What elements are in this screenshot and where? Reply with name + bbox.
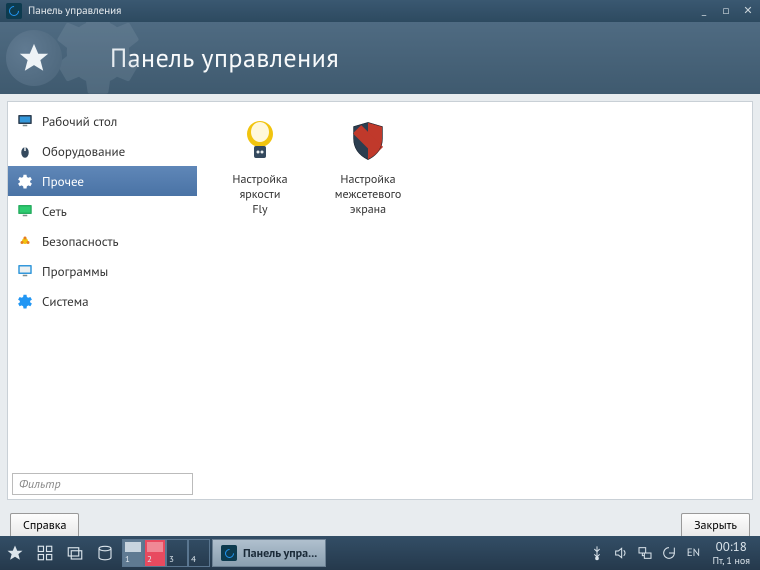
window-title: Панель управления xyxy=(28,4,698,18)
network-tray-icon[interactable] xyxy=(634,542,656,564)
cog-icon xyxy=(16,292,34,310)
sidebar-item-security[interactable]: Безопасность xyxy=(8,226,197,256)
clock-date: Пт, 1 ноя xyxy=(712,555,750,566)
close-button[interactable]: Закрыть xyxy=(681,513,750,538)
window-app-icon xyxy=(6,3,22,19)
sidebar-item-label: Сеть xyxy=(42,203,67,220)
workspace-switcher: 1 2 3 4 xyxy=(122,539,210,567)
lock-icon xyxy=(16,232,34,250)
sidebar-item-label: Оборудование xyxy=(42,143,125,160)
taskbar: 1 2 3 4 Панель упра... EN 00:18 Пт, 1 но… xyxy=(0,536,760,570)
volume-tray-icon[interactable] xyxy=(610,542,632,564)
sidebar-item-label: Прочее xyxy=(42,173,84,190)
start-menu-button[interactable] xyxy=(0,536,30,570)
sidebar-item-label: Система xyxy=(42,293,89,310)
sidebar-item-other[interactable]: Прочее xyxy=(8,166,197,196)
shield-icon xyxy=(343,116,393,166)
window-controls: _ ▫ ✕ xyxy=(698,5,754,17)
taskbar-app-button[interactable]: Панель упра... xyxy=(212,539,326,567)
sidebar-item-label: Рабочий стол xyxy=(42,113,117,130)
updates-tray-icon[interactable] xyxy=(658,542,680,564)
sidebar-item-label: Программы xyxy=(42,263,108,280)
clock-time: 00:18 xyxy=(712,540,750,554)
tile-pane: Настройка яркости Fly xyxy=(198,102,752,499)
usb-tray-icon[interactable] xyxy=(586,542,608,564)
sidebar-item-system[interactable]: Система xyxy=(8,286,197,316)
workspace-2[interactable]: 2 xyxy=(144,539,166,567)
tile-label: Настройка межсетевого экрана xyxy=(322,172,414,217)
task-app-label: Панель упра... xyxy=(243,546,317,561)
sidebar-item-label: Безопасность xyxy=(42,233,119,250)
task-view-button[interactable] xyxy=(30,536,60,570)
tile-brightness[interactable]: Настройка яркости Fly xyxy=(210,112,310,221)
header-banner: Панель управления xyxy=(0,22,760,94)
gear-icon xyxy=(16,172,34,190)
filter-wrap xyxy=(8,469,197,500)
help-button[interactable]: Справка xyxy=(10,513,79,538)
header-star-icon xyxy=(6,30,62,86)
bulb-icon xyxy=(235,116,285,166)
windows-button[interactable] xyxy=(60,536,90,570)
workspace-1[interactable]: 1 xyxy=(122,539,144,567)
network-icon xyxy=(16,202,34,220)
keyboard-layout-indicator[interactable]: EN xyxy=(682,542,704,564)
sidebar-item-programs[interactable]: Программы xyxy=(8,256,197,286)
taskbar-clock[interactable]: 00:18 Пт, 1 ноя xyxy=(706,540,756,565)
category-sidebar: Рабочий стол Оборудование Прочее Сеть Бе… xyxy=(8,102,198,499)
task-app-icon xyxy=(221,545,237,561)
tile-label: Настройка яркости Fly xyxy=(214,172,306,217)
workspace-3[interactable]: 3 xyxy=(166,539,188,567)
sidebar-item-network[interactable]: Сеть xyxy=(8,196,197,226)
minimize-button[interactable]: _ xyxy=(698,5,710,17)
category-list: Рабочий стол Оборудование Прочее Сеть Бе… xyxy=(8,102,197,469)
close-window-button[interactable]: ✕ xyxy=(742,5,754,17)
desktop-icon xyxy=(16,112,34,130)
maximize-button[interactable]: ▫ xyxy=(720,5,732,17)
gear-bg-decoration xyxy=(48,22,148,94)
tile-firewall[interactable]: Настройка межсетевого экрана xyxy=(318,112,418,221)
system-tray: EN 00:18 Пт, 1 ноя xyxy=(586,540,760,565)
sidebar-item-hardware[interactable]: Оборудование xyxy=(8,136,197,166)
files-button[interactable] xyxy=(90,536,120,570)
mouse-icon xyxy=(16,142,34,160)
sidebar-item-desktop[interactable]: Рабочий стол xyxy=(8,106,197,136)
filter-input[interactable] xyxy=(12,473,193,495)
window-titlebar: Панель управления _ ▫ ✕ xyxy=(0,0,760,22)
main-content: Рабочий стол Оборудование Прочее Сеть Бе… xyxy=(7,101,753,500)
monitor-icon xyxy=(16,262,34,280)
workspace-4[interactable]: 4 xyxy=(188,539,210,567)
